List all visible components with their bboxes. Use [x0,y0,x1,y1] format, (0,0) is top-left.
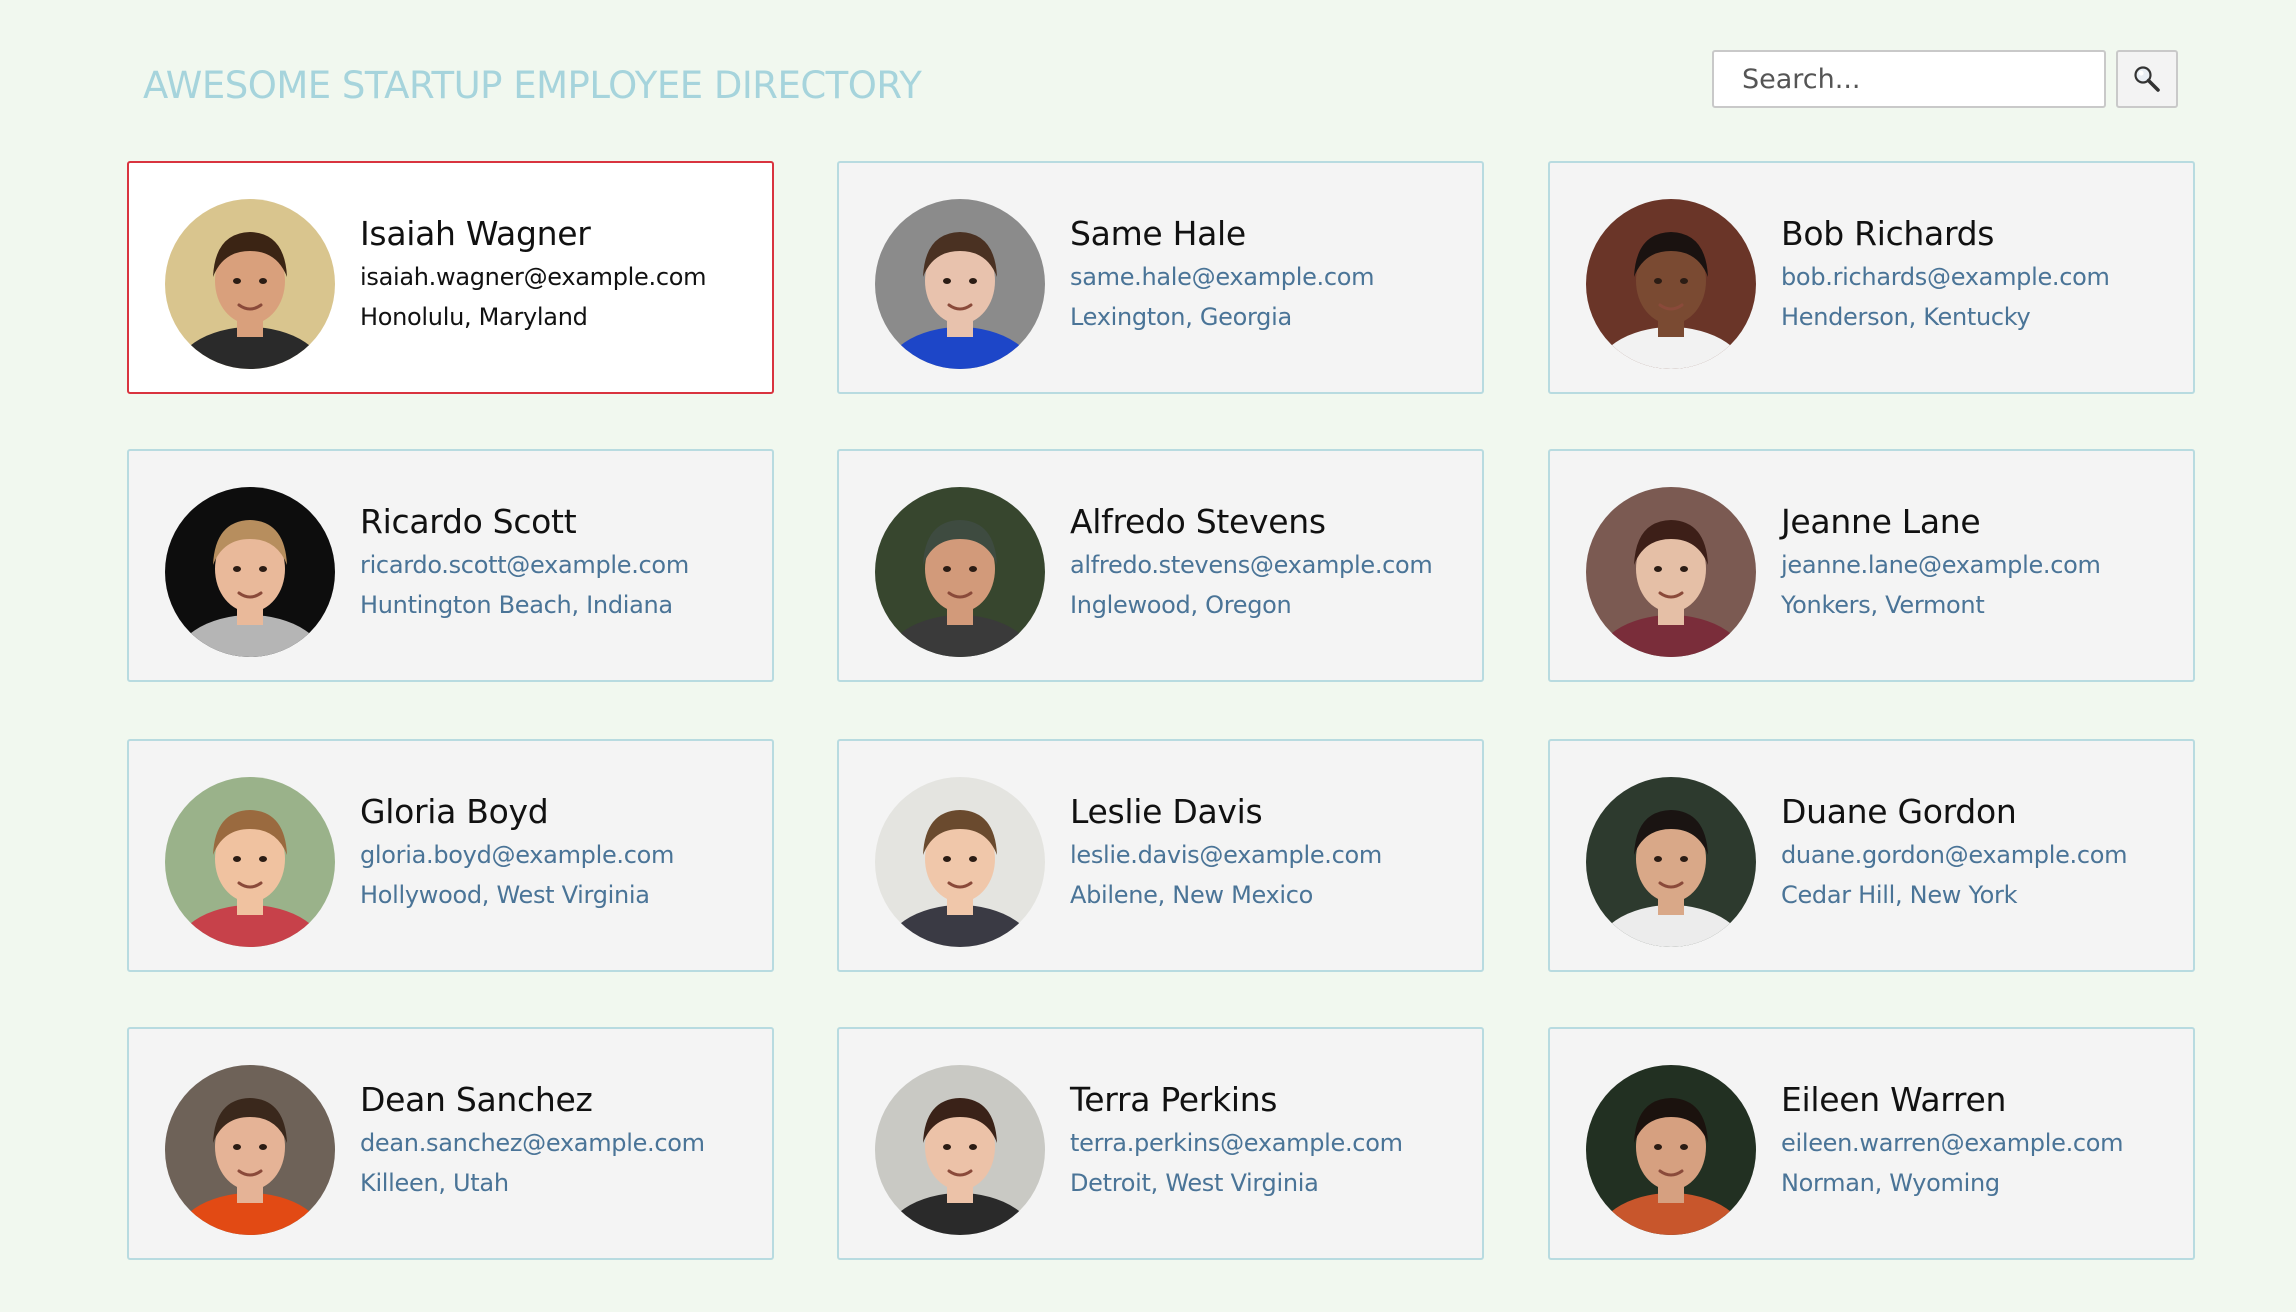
employee-info: Alfredo Stevens alfredo.stevens@example.c… [1070,499,1470,625]
employee-info: Ricardo Scott ricardo.scott@example.com Hu… [360,499,760,625]
employee-avatar [875,1065,1045,1235]
employee-avatar [875,199,1045,369]
employee-name: Duane Gordon [1781,792,2017,831]
employee-location: Detroit, West Virginia [1070,1169,1319,1197]
employee-email: isaiah.wagner@example.com [360,263,707,291]
employee-card[interactable]: Leslie Davis leslie.davis@example.com Abil… [837,739,1484,972]
employee-card[interactable]: Jeanne Lane jeanne.lane@example.com Yonker… [1548,449,2195,682]
employee-email: same.hale@example.com [1070,263,1375,291]
employee-avatar [165,777,335,947]
employee-info: Same Hale same.hale@example.com Lexington,… [1070,211,1470,337]
employee-name: Isaiah Wagner [360,214,591,253]
employee-avatar [1586,777,1756,947]
employee-card[interactable]: Dean Sanchez dean.sanchez@example.com Kill… [127,1027,774,1260]
employee-email: ricardo.scott@example.com [360,551,689,579]
employee-name: Jeanne Lane [1781,502,1981,541]
employee-card[interactable]: Terra Perkins terra.perkins@example.com De… [837,1027,1484,1260]
employee-avatar [1586,487,1756,657]
employee-info: Duane Gordon duane.gordon@example.com Ceda… [1781,789,2181,915]
employee-info: Dean Sanchez dean.sanchez@example.com Kill… [360,1077,760,1203]
employee-name: Ricardo Scott [360,502,577,541]
employee-info: Isaiah Wagner isaiah.wagner@example.com Ho… [360,211,760,337]
employee-card[interactable]: Duane Gordon duane.gordon@example.com Ceda… [1548,739,2195,972]
employee-name: Terra Perkins [1070,1080,1278,1119]
employee-info: Jeanne Lane jeanne.lane@example.com Yonker… [1781,499,2181,625]
employee-email: eileen.warren@example.com [1781,1129,2124,1157]
employee-location: Cedar Hill, New York [1781,881,2018,909]
employee-location: Norman, Wyoming [1781,1169,2000,1197]
employee-info: Leslie Davis leslie.davis@example.com Abil… [1070,789,1470,915]
employee-card[interactable]: Gloria Boyd gloria.boyd@example.com Hollyw… [127,739,774,972]
employee-card[interactable]: Isaiah Wagner isaiah.wagner@example.com Ho… [127,161,774,394]
employee-info: Eileen Warren eileen.warren@example.com No… [1781,1077,2181,1203]
employee-name: Bob Richards [1781,214,1995,253]
employee-email: terra.perkins@example.com [1070,1129,1403,1157]
employee-avatar [1586,199,1756,369]
employee-info: Bob Richards bob.richards@example.com Hend… [1781,211,2181,337]
employee-name: Eileen Warren [1781,1080,2007,1119]
employee-avatar [165,199,335,369]
employee-location: Honolulu, Maryland [360,303,588,331]
employee-name: Gloria Boyd [360,792,549,831]
employee-location: Hollywood, West Virginia [360,881,650,909]
employee-location: Huntington Beach, Indiana [360,591,673,619]
employee-avatar [1586,1065,1756,1235]
employee-card[interactable]: Alfredo Stevens alfredo.stevens@example.c… [837,449,1484,682]
employee-name: Leslie Davis [1070,792,1263,831]
employee-email: dean.sanchez@example.com [360,1129,705,1157]
employee-email: alfredo.stevens@example.com [1070,551,1433,579]
employee-gallery: Isaiah Wagner isaiah.wagner@example.com Ho… [0,0,2296,1312]
employee-avatar [165,1065,335,1235]
employee-location: Inglewood, Oregon [1070,591,1292,619]
employee-card[interactable]: Same Hale same.hale@example.com Lexington,… [837,161,1484,394]
employee-email: jeanne.lane@example.com [1781,551,2101,579]
employee-card[interactable]: Bob Richards bob.richards@example.com Hend… [1548,161,2195,394]
employee-email: bob.richards@example.com [1781,263,2110,291]
employee-info: Gloria Boyd gloria.boyd@example.com Hollyw… [360,789,760,915]
employee-name: Dean Sanchez [360,1080,593,1119]
employee-email: leslie.davis@example.com [1070,841,1382,869]
employee-location: Lexington, Georgia [1070,303,1292,331]
employee-location: Abilene, New Mexico [1070,881,1314,909]
employee-card[interactable]: Eileen Warren eileen.warren@example.com No… [1548,1027,2195,1260]
employee-location: Henderson, Kentucky [1781,303,2031,331]
employee-avatar [875,777,1045,947]
employee-name: Same Hale [1070,214,1246,253]
employee-name: Alfredo Stevens [1070,502,1326,541]
employee-email: gloria.boyd@example.com [360,841,675,869]
employee-card[interactable]: Ricardo Scott ricardo.scott@example.com Hu… [127,449,774,682]
employee-location: Yonkers, Vermont [1781,591,1985,619]
employee-email: duane.gordon@example.com [1781,841,2128,869]
employee-avatar [875,487,1045,657]
employee-avatar [165,487,335,657]
employee-info: Terra Perkins terra.perkins@example.com De… [1070,1077,1470,1203]
employee-location: Killeen, Utah [360,1169,509,1197]
